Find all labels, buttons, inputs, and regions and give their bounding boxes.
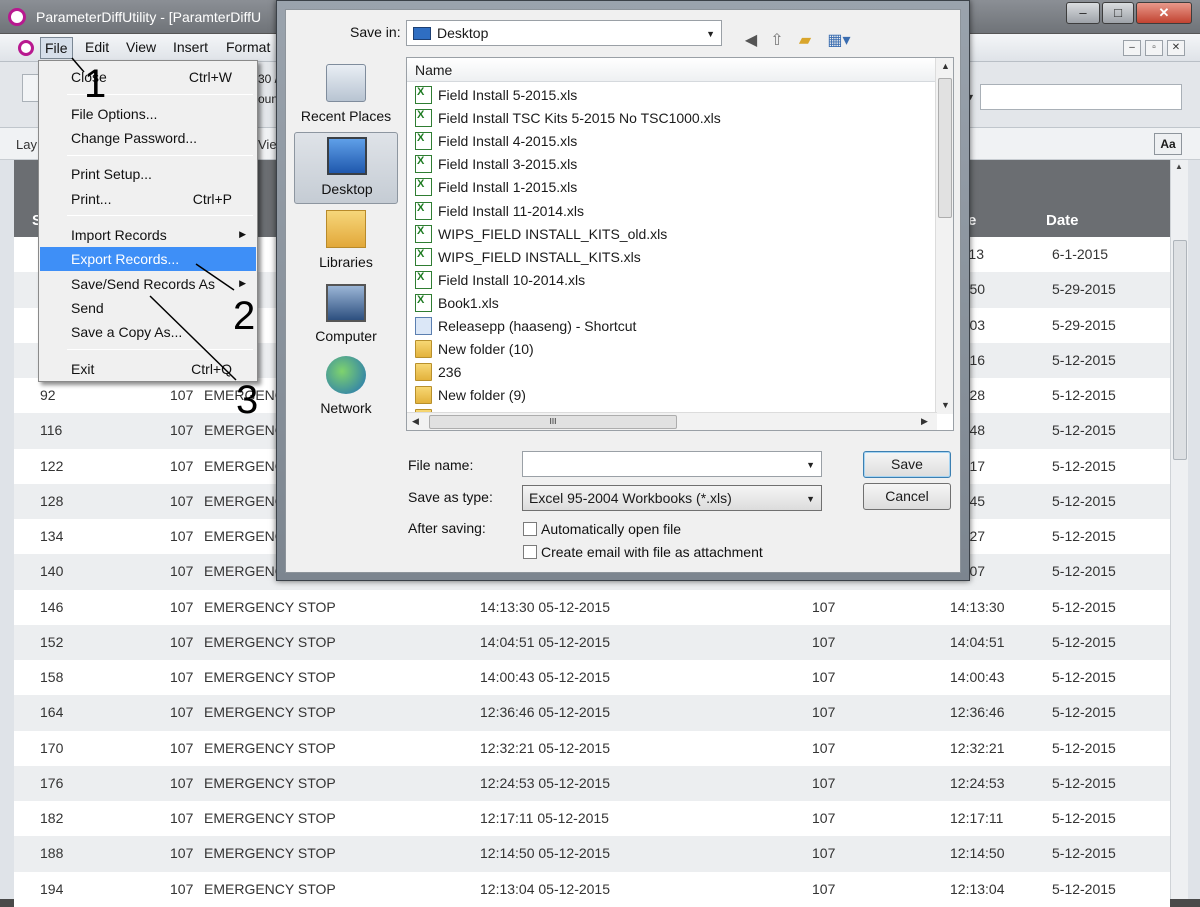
place-computer[interactable]: Computer xyxy=(294,280,398,352)
file-name-label: File name: xyxy=(408,457,474,473)
application-window: ParameterDiffUtility - [ParamterDiffU – … xyxy=(0,0,1200,907)
recent-places-icon xyxy=(326,64,366,102)
file-name: New folder (9) xyxy=(438,387,526,404)
scroll-up-arrow-icon[interactable]: ▲ xyxy=(941,61,950,71)
file-name: Releasepp (haaseng) - Shortcut xyxy=(438,318,637,334)
file-name-input[interactable]: ▼ xyxy=(522,451,822,477)
new-folder-icon[interactable]: ▰ xyxy=(794,30,816,52)
scroll-left-arrow-icon[interactable]: ◀ xyxy=(412,416,419,427)
file-list-hscrollbar[interactable]: ◀ III ▶ xyxy=(407,412,937,430)
column-header-name[interactable]: Name xyxy=(407,58,937,82)
up-folder-icon[interactable]: ⇧ xyxy=(766,30,788,52)
auto-open-checkbox[interactable] xyxy=(523,522,537,536)
chevron-down-icon: ▼ xyxy=(706,29,715,39)
libraries-icon xyxy=(326,210,366,248)
excel-file-icon xyxy=(415,86,432,104)
file-name: Field Install 5-2015.xls xyxy=(438,87,578,103)
scroll-right-arrow-icon[interactable]: ▶ xyxy=(921,416,928,427)
file-name: 236 xyxy=(438,364,462,381)
places-bar: Recent Places Desktop Libraries Computer… xyxy=(294,60,400,430)
folder-icon xyxy=(415,386,432,405)
save-dialog-body: Save in: Desktop ▼ ◀ ⇧ ▰ ▦▾ Recent Place… xyxy=(285,9,961,573)
email-attachment-label: Create email with file as attachment xyxy=(541,544,763,560)
file-name: WIPS_FIELD INSTALL_KITS_old.xls xyxy=(438,225,668,242)
desktop-icon xyxy=(327,137,367,175)
place-libraries[interactable]: Libraries xyxy=(294,206,398,278)
scroll-down-arrow-icon[interactable]: ▼ xyxy=(941,400,950,410)
save-in-dropdown[interactable]: Desktop ▼ xyxy=(406,20,722,46)
callout-1: 1 xyxy=(84,62,107,106)
after-saving-label: After saving: xyxy=(408,520,486,536)
auto-open-label: Automatically open file xyxy=(541,521,682,537)
excel-file-icon xyxy=(415,132,432,151)
chevron-down-icon: ▼ xyxy=(806,460,815,470)
place-recent-places[interactable]: Recent Places xyxy=(294,60,398,132)
folder-icon xyxy=(415,363,432,382)
save-as-type-dropdown[interactable]: Excel 95-2004 Workbooks (*.xls) ▼ xyxy=(522,485,822,511)
file-name: Field Install TSC Kits 5-2015 No TSC1000… xyxy=(438,110,721,127)
excel-file-icon xyxy=(415,247,432,266)
file-list-vscroll-thumb[interactable] xyxy=(938,78,952,218)
place-desktop[interactable]: Desktop xyxy=(294,132,398,204)
save-in-label: Save in: xyxy=(350,24,401,40)
file-name: WIPS_FIELD INSTALL_KITS.xls xyxy=(438,248,641,265)
email-attachment-checkbox[interactable] xyxy=(523,545,537,559)
excel-file-icon xyxy=(415,201,432,220)
network-globe-icon xyxy=(326,356,366,394)
file-list: Name Field Install 5-2015.xlsField Insta… xyxy=(406,57,954,431)
excel-file-icon xyxy=(415,224,432,243)
callout-3: 3 xyxy=(236,378,259,422)
shortcut-icon xyxy=(415,317,432,335)
cancel-button[interactable]: Cancel xyxy=(863,483,951,510)
file-list-hscroll-thumb[interactable]: III xyxy=(429,415,677,429)
file-name: Field Install 11-2014.xls xyxy=(438,202,585,219)
callout-2: 2 xyxy=(233,294,256,338)
computer-icon xyxy=(326,284,366,322)
folder-icon xyxy=(415,340,432,359)
excel-file-icon xyxy=(415,270,432,289)
file-name: Field Install 1-2015.xls xyxy=(438,179,578,196)
save-button[interactable]: Save xyxy=(863,451,951,478)
file-name: Field Install 4-2015.xls xyxy=(438,133,578,150)
excel-file-icon xyxy=(415,178,432,197)
file-list-vscrollbar[interactable]: ▲ ▼ xyxy=(935,58,953,414)
file-name: New folder (10) xyxy=(438,341,534,358)
desktop-icon xyxy=(413,27,431,40)
chevron-down-icon: ▼ xyxy=(806,494,815,504)
save-as-type-label: Save as type: xyxy=(408,489,493,505)
file-name: Field Install 3-2015.xls xyxy=(438,156,578,173)
excel-file-icon xyxy=(415,155,432,174)
excel-file-icon xyxy=(415,109,432,128)
back-arrow-icon[interactable]: ◀ xyxy=(740,30,762,52)
place-network[interactable]: Network xyxy=(294,352,398,424)
view-menu-icon[interactable]: ▦▾ xyxy=(822,30,856,52)
excel-file-icon xyxy=(415,293,432,312)
file-items: Field Install 5-2015.xls Field Install TS… xyxy=(407,82,937,414)
file-name: Book1.xls xyxy=(438,294,499,311)
file-name: Field Install 10-2014.xls xyxy=(438,271,586,288)
save-dialog: Save in: Desktop ▼ ◀ ⇧ ▰ ▦▾ Recent Place… xyxy=(276,0,970,581)
